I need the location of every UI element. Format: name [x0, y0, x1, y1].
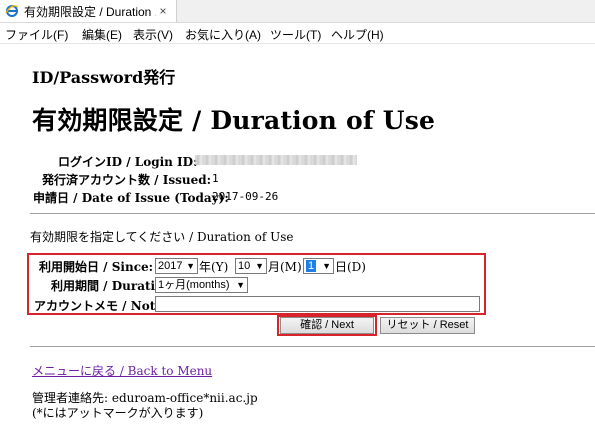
year-select[interactable]: 2017 ▼ [155, 258, 198, 274]
reset-button[interactable]: リセット / Reset [380, 317, 475, 334]
login-id-value-redacted [195, 155, 357, 165]
note-label: アカウントメモ / Note: [34, 299, 168, 313]
page-title: 有効期限設定 / Duration of Use [32, 106, 436, 135]
login-id-label: ログインID / Login ID: [58, 155, 198, 169]
chevron-down-icon: ▼ [186, 261, 195, 271]
back-to-menu-link[interactable]: メニューに戻る / Back to Menu [32, 362, 212, 379]
contact-note: (*にはアットマークが入ります) [32, 406, 204, 420]
menu-bar: ファイル(F) 編集(E) 表示(V) お気に入り(A) ツール(T) ヘルプ(… [0, 23, 595, 44]
chevron-down-icon: ▼ [322, 261, 331, 271]
close-tab-icon[interactable]: × [156, 4, 170, 18]
duration-select[interactable]: 1ヶ月(months) ▼ [155, 277, 248, 293]
ie-icon [5, 5, 19, 17]
browser-tab[interactable]: 有効期限設定 / Duration ... × [0, 0, 177, 22]
chevron-down-icon: ▼ [236, 280, 245, 290]
divider-top [30, 213, 595, 214]
chevron-down-icon: ▼ [255, 261, 264, 271]
confirm-button[interactable]: 確認 / Next [280, 317, 374, 334]
year-unit: 年(Y) [199, 260, 229, 274]
menu-file[interactable]: ファイル(F) [5, 26, 68, 43]
menu-tools[interactable]: ツール(T) [270, 26, 321, 43]
note-input[interactable] [155, 296, 480, 312]
instruction-text: 有効期限を指定してください / Duration of Use [30, 230, 294, 244]
date-of-issue-label: 申請日 / Date of Issue (Today): [33, 191, 229, 205]
date-of-issue-value: 2017-09-26 [212, 190, 279, 203]
issued-label: 発行済アカウント数 / Issued: [42, 173, 212, 187]
tab-bar: 有効期限設定 / Duration ... × [0, 0, 595, 23]
month-unit: 月(M) [268, 260, 302, 274]
month-select[interactable]: 10 ▼ [235, 258, 267, 274]
menu-help[interactable]: ヘルプ(H) [331, 26, 384, 43]
tab-title: 有効期限設定 / Duration ... [24, 4, 156, 19]
day-unit: 日(D) [335, 260, 366, 274]
page-subtitle: ID/Password発行 [32, 68, 176, 87]
divider-bottom [30, 346, 595, 347]
menu-edit[interactable]: 編集(E) [82, 26, 122, 43]
menu-favorites[interactable]: お気に入り(A) [185, 26, 261, 43]
issued-value: 1 [212, 172, 219, 185]
since-label: 利用開始日 / Since: [39, 260, 154, 274]
day-select[interactable]: 1 ▼ [303, 258, 334, 274]
menu-view[interactable]: 表示(V) [133, 26, 173, 43]
